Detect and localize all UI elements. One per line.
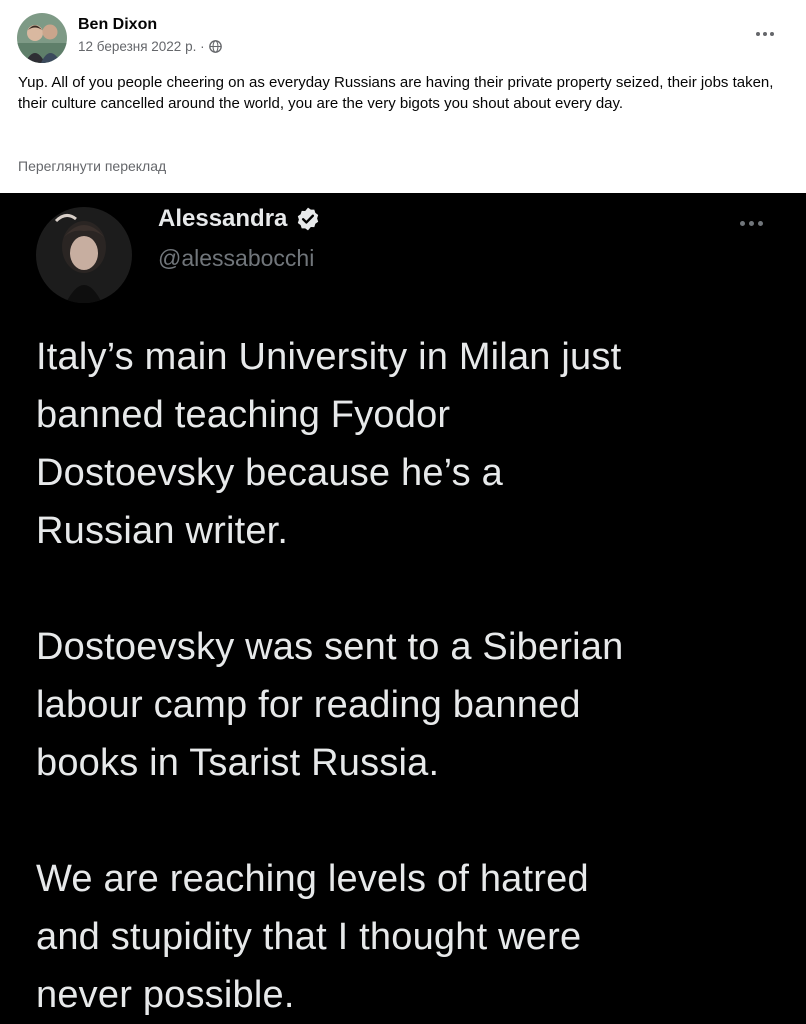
tweet-body: Italy’s main University in Milan just ba… — [36, 328, 796, 1024]
tweet-handle: @alessabocchi — [158, 245, 315, 271]
tweet-line: We are reaching levels of hatred — [36, 858, 589, 900]
more-options-icon[interactable] — [750, 22, 780, 46]
tweet-author-label: Alessandra — [158, 205, 288, 232]
facebook-post: Ben Dixon 12 березня 2022 р. · Yup. All … — [0, 0, 806, 193]
tweet-avatar — [36, 207, 132, 303]
tweet-more-icon — [734, 213, 768, 233]
tweet-screenshot: Alessandra @alessabocchi Italy’s main Un… — [0, 193, 806, 1024]
author-avatar[interactable] — [17, 13, 67, 63]
tweet-line: Dostoevsky was sent to a Siberian — [36, 626, 624, 668]
tweet-line: Dostoevsky because he’s a — [36, 452, 503, 494]
see-translation-link[interactable]: Переглянути переклад — [18, 158, 166, 174]
post-meta: 12 березня 2022 р. · — [78, 39, 222, 54]
tweet-line: books in Tsarist Russia. — [36, 742, 440, 784]
post-text: Yup. All of you people cheering on as ev… — [18, 74, 774, 112]
tweet-line: Italy’s main University in Milan just — [36, 336, 622, 378]
tweet-line: Russian writer. — [36, 510, 289, 552]
tweet-line: banned teaching Fyodor — [36, 394, 451, 436]
verified-badge-icon — [295, 206, 321, 232]
tweet-author-name: Alessandra — [158, 205, 321, 233]
globe-icon — [208, 40, 222, 53]
post-date[interactable]: 12 березня 2022 р. · — [78, 39, 205, 54]
author-name[interactable]: Ben Dixon — [78, 16, 157, 34]
tweet-line: and stupidity that I thought were — [36, 916, 582, 958]
tweet-line: never possible. — [36, 974, 295, 1016]
tweet-line: labour camp for reading banned — [36, 684, 581, 726]
